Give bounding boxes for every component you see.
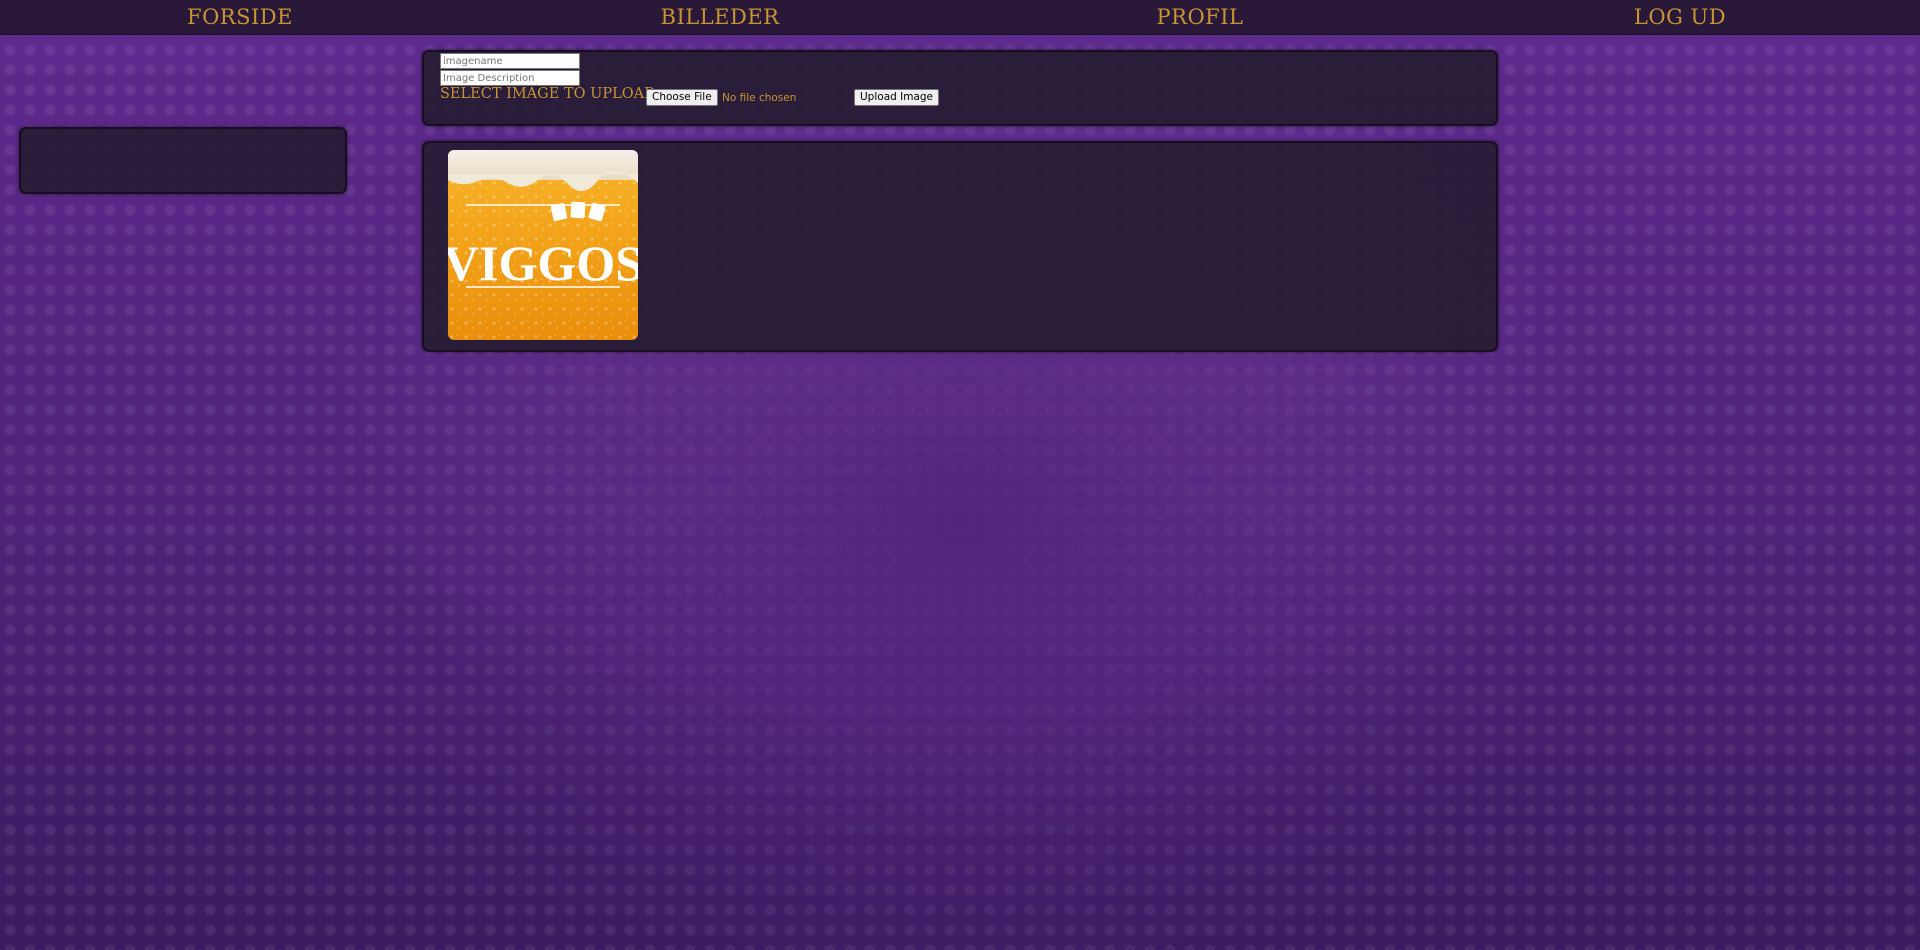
file-status-text: No file chosen — [722, 92, 797, 104]
viggos-logo-image: VIGGOS — [448, 150, 638, 340]
nav-billeder[interactable]: Billeder — [480, 0, 960, 34]
image-name-input[interactable] — [440, 53, 580, 69]
select-image-label: Select image to upload: — [440, 86, 661, 102]
image-description-input[interactable] — [440, 70, 580, 86]
top-navigation: Forside Billeder Profil Log ud — [0, 0, 1920, 35]
nav-log-ud[interactable]: Log ud — [1440, 0, 1920, 34]
gallery-image-thumbnail[interactable]: VIGGOS — [448, 150, 638, 340]
upload-image-button[interactable]: Upload Image — [854, 89, 940, 106]
sidebar-panel — [19, 127, 347, 194]
upload-form-panel: Select image to upload: Choose File No f… — [422, 50, 1498, 126]
nav-profil[interactable]: Profil — [960, 0, 1440, 34]
choose-file-button[interactable]: Choose File — [646, 89, 718, 106]
nav-forside[interactable]: Forside — [0, 0, 480, 34]
viggos-logo-text: VIGGOS — [448, 235, 638, 291]
gallery-panel: VIGGOS — [422, 141, 1498, 352]
